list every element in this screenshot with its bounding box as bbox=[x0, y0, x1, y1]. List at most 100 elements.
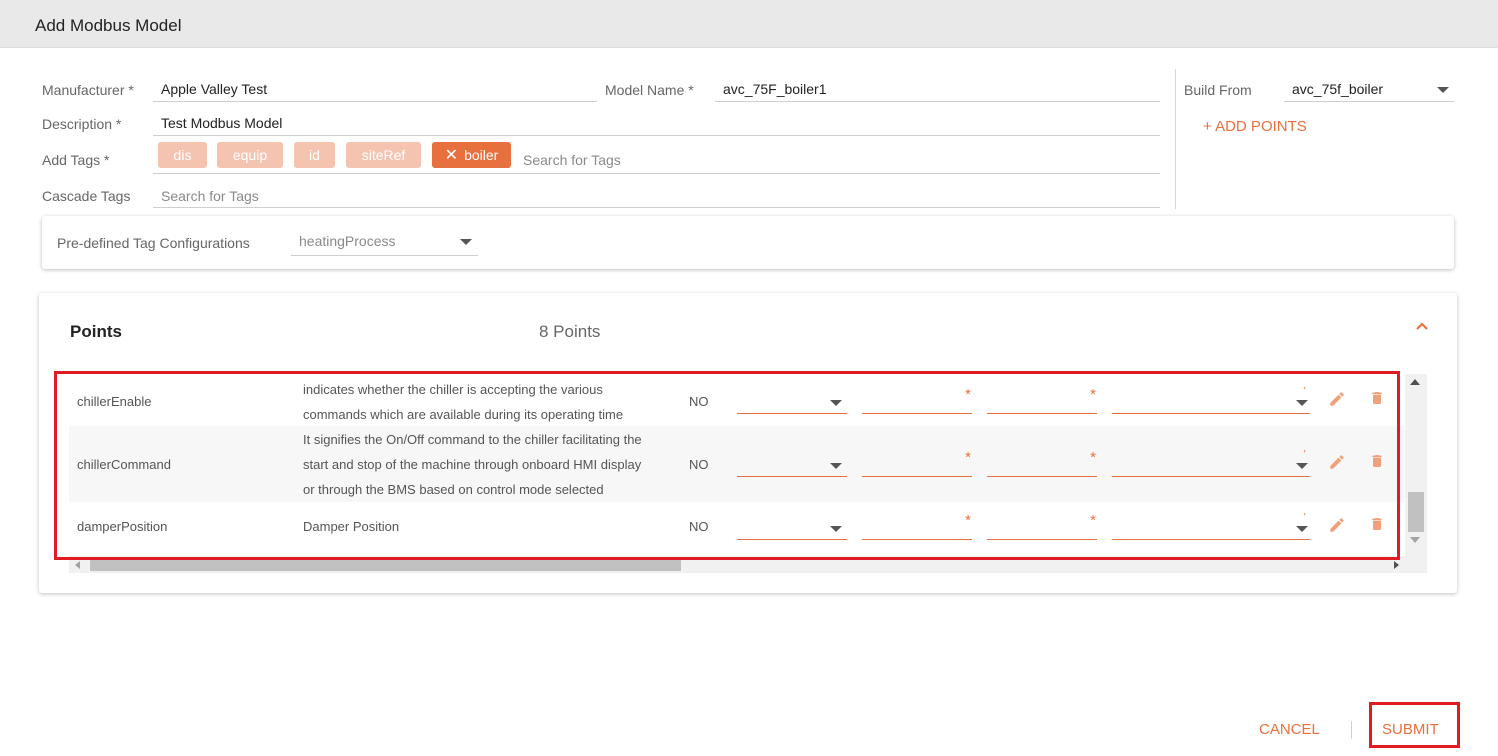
required-mark: * bbox=[1090, 512, 1096, 529]
point-type-select[interactable] bbox=[737, 516, 847, 540]
point-name: chillerCommand bbox=[77, 457, 171, 472]
tag-chip-siteref[interactable]: siteRef bbox=[346, 142, 421, 168]
build-from-label: Build From bbox=[1184, 82, 1252, 98]
point-description-line: It signifies the On/Off command to the c… bbox=[303, 432, 642, 447]
required-mark: * bbox=[965, 449, 971, 466]
cascade-tags-label: Cascade Tags bbox=[42, 188, 131, 204]
vertical-scroll-thumb[interactable] bbox=[1408, 492, 1424, 532]
point-type-select[interactable] bbox=[737, 390, 847, 414]
required-mark: * bbox=[965, 512, 971, 529]
required-mark: * bbox=[965, 386, 971, 403]
point-description: It signifies the On/Off command to the c… bbox=[303, 427, 642, 502]
vertical-scrollbar[interactable] bbox=[1405, 374, 1427, 547]
points-count: 8 Points bbox=[539, 322, 601, 341]
point-unit-select[interactable]: ʼ bbox=[1112, 512, 1310, 540]
point-name: damperPosition bbox=[77, 519, 168, 534]
tag-chip-equip[interactable]: equip bbox=[217, 142, 283, 168]
trash-icon[interactable] bbox=[1369, 515, 1385, 538]
dialog-header: Add Modbus Model bbox=[0, 0, 1498, 48]
point-flag: NO bbox=[689, 457, 709, 472]
caret-down-icon bbox=[1296, 400, 1308, 406]
point-required-field[interactable]: * bbox=[987, 386, 1097, 414]
point-description-line: start and stop of the machine through on… bbox=[303, 457, 642, 472]
table-row: chillerCommand It signifies the On/Off c… bbox=[69, 426, 1405, 502]
build-from-value: avc_75f_boiler bbox=[1292, 81, 1384, 97]
caret-down-icon bbox=[1437, 87, 1449, 93]
point-required-field[interactable]: * bbox=[862, 449, 972, 477]
point-required-field[interactable]: * bbox=[987, 449, 1097, 477]
point-unit-select[interactable]: ʼ bbox=[1112, 449, 1310, 477]
scroll-down-arrow[interactable] bbox=[1410, 537, 1420, 543]
point-type-select[interactable] bbox=[737, 453, 847, 477]
caret-down-icon bbox=[460, 239, 472, 245]
manufacturer-label: Manufacturer * bbox=[42, 82, 134, 98]
scroll-left-arrow[interactable] bbox=[75, 561, 80, 569]
table-row: damperPosition Damper Position NO * * ʼ bbox=[69, 502, 1405, 556]
tag-chip-dis[interactable]: dis bbox=[158, 142, 207, 168]
tag-chip-id[interactable]: id bbox=[294, 142, 335, 168]
submit-button[interactable]: SUBMIT bbox=[1382, 721, 1439, 738]
add-points-button[interactable]: + ADD POINTS bbox=[1203, 118, 1307, 135]
description-value: Test Modbus Model bbox=[161, 115, 283, 131]
tag-chip-boiler-label: boiler bbox=[464, 147, 499, 163]
predefined-config-label: Pre-defined Tag Configurations bbox=[57, 235, 250, 251]
manufacturer-field[interactable]: Apple Valley Test bbox=[153, 78, 597, 102]
tick-mark: ʼ bbox=[1303, 449, 1306, 461]
scroll-right-arrow[interactable] bbox=[1394, 561, 1399, 569]
cascade-tags-field[interactable]: Search for Tags bbox=[153, 184, 1160, 208]
model-name-value: avc_75F_boiler1 bbox=[723, 81, 827, 97]
manufacturer-value: Apple Valley Test bbox=[161, 81, 268, 97]
point-description: indicates whether the chiller is accepti… bbox=[303, 377, 623, 427]
caret-down-icon bbox=[1296, 526, 1308, 532]
point-required-field[interactable]: * bbox=[987, 512, 1097, 540]
point-description-line: Damper Position bbox=[303, 519, 400, 534]
point-name: chillerEnable bbox=[77, 394, 152, 409]
required-mark: * bbox=[1090, 449, 1096, 466]
points-table: chillerEnable indicates whether the chil… bbox=[69, 374, 1405, 556]
trash-icon[interactable] bbox=[1369, 389, 1385, 412]
predefined-config-select[interactable]: heatingProcess bbox=[291, 230, 478, 256]
description-label: Description * bbox=[42, 116, 122, 132]
caret-down-icon bbox=[1296, 463, 1308, 469]
point-description: Damper Position bbox=[303, 514, 399, 539]
point-flag: NO bbox=[689, 519, 709, 534]
tick-mark: ʼ bbox=[1303, 386, 1306, 398]
pencil-icon[interactable] bbox=[1328, 516, 1346, 539]
point-required-field[interactable]: * bbox=[862, 512, 972, 540]
horizontal-scroll-thumb[interactable] bbox=[90, 558, 681, 571]
predefined-config-card bbox=[42, 216, 1454, 269]
tag-chip-boiler[interactable]: ✕ boiler bbox=[432, 142, 511, 168]
dialog-title: Add Modbus Model bbox=[35, 16, 182, 35]
add-tags-search-input[interactable]: Search for Tags bbox=[523, 152, 621, 168]
scroll-corner bbox=[1405, 547, 1427, 573]
points-title: Points bbox=[70, 322, 122, 341]
predefined-config-value: heatingProcess bbox=[299, 233, 396, 249]
caret-down-icon bbox=[830, 400, 842, 406]
point-required-field[interactable]: * bbox=[862, 386, 972, 414]
point-flag: NO bbox=[689, 394, 709, 409]
caret-down-icon bbox=[830, 463, 842, 469]
add-tags-label: Add Tags * bbox=[42, 152, 110, 168]
build-from-select[interactable]: avc_75f_boiler bbox=[1284, 78, 1454, 102]
pencil-icon[interactable] bbox=[1328, 453, 1346, 476]
button-divider bbox=[1351, 721, 1352, 739]
description-field[interactable]: Test Modbus Model bbox=[153, 112, 1160, 136]
point-description-line: indicates whether the chiller is accepti… bbox=[303, 382, 603, 397]
horizontal-scrollbar[interactable] bbox=[69, 556, 1405, 573]
tick-mark: ʼ bbox=[1303, 512, 1306, 524]
table-row: chillerEnable indicates whether the chil… bbox=[69, 374, 1405, 426]
point-unit-select[interactable]: ʼ bbox=[1112, 386, 1310, 414]
cascade-tags-search-input[interactable]: Search for Tags bbox=[161, 188, 259, 204]
close-icon[interactable]: ✕ bbox=[445, 143, 458, 169]
trash-icon[interactable] bbox=[1369, 452, 1385, 475]
pencil-icon[interactable] bbox=[1328, 390, 1346, 413]
vertical-divider bbox=[1175, 69, 1176, 209]
point-description-line: or through the BMS based on control mode… bbox=[303, 482, 604, 497]
model-name-field[interactable]: avc_75F_boiler1 bbox=[715, 78, 1160, 102]
point-description-line: commands which are available during its … bbox=[303, 407, 624, 422]
model-name-label: Model Name * bbox=[605, 82, 694, 98]
chevron-up-icon[interactable] bbox=[1415, 318, 1429, 336]
scroll-up-arrow[interactable] bbox=[1410, 379, 1420, 385]
caret-down-icon bbox=[830, 526, 842, 532]
cancel-button[interactable]: CANCEL bbox=[1259, 721, 1320, 738]
